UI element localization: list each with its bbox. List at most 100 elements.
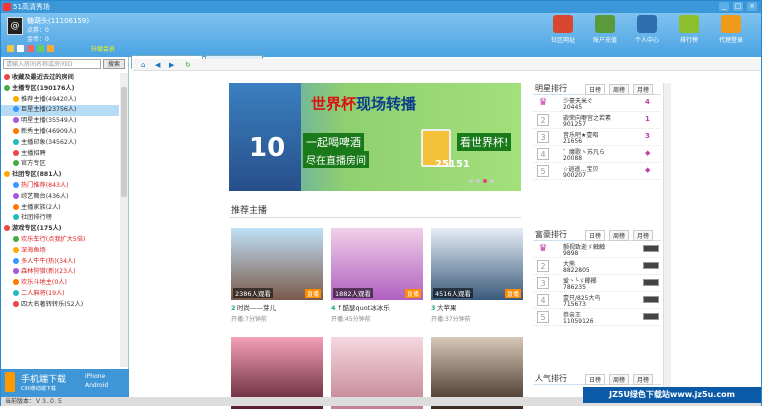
tree-item[interactable]: 社团排行榜	[1, 213, 119, 224]
tree-label: 游戏专区(175人)	[12, 225, 62, 233]
anchor-thumbnail[interactable]: 1882人观看 直播	[331, 228, 423, 300]
tab-monthly[interactable]: 月榜	[633, 84, 654, 95]
tree-item[interactable]: 欢乐斗地主(0人)	[1, 278, 119, 289]
tree-item[interactable]: 森林狩猎(新)(23人)	[1, 267, 119, 278]
tree-item[interactable]: 主播招聘	[1, 149, 119, 160]
settings-icon[interactable]	[7, 45, 14, 52]
rank-row[interactable]: 3 爱丶╰ゞ椰椰 786235	[533, 275, 661, 292]
rank-value: 715673	[563, 301, 586, 308]
anchor-thumbnail[interactable]: 4516人观看 直播	[431, 228, 523, 300]
tab-monthly[interactable]: 月榜	[633, 374, 654, 385]
anchor-name: 2时尚——芽儿	[231, 302, 323, 312]
tree-group[interactable]: 收藏及最近去过的房间	[1, 73, 119, 84]
anchor-thumbnail[interactable]: 2386人观看 直播	[231, 228, 323, 300]
player-image: 10	[229, 83, 301, 191]
tree-item[interactable]: 主播印象(34562人)	[1, 138, 119, 149]
tree-item[interactable]: 热门推荐(843人)	[1, 181, 119, 192]
rank-row[interactable]: 5 ☆逍遥…宝贝 900207 ◆	[533, 163, 661, 180]
tree-group[interactable]: 主播专区(190176人)	[1, 84, 119, 95]
nav-agent-login[interactable]: 代理登录	[715, 15, 747, 44]
search-input[interactable]: 请输入房间名称或房间ID	[3, 59, 101, 69]
rank-row[interactable]: 3 音乐吧★壹昭 21656 3	[533, 129, 661, 146]
forward-icon[interactable]: ▶	[169, 61, 177, 69]
tree-item[interactable]: 新秀主播(46909人)	[1, 127, 119, 138]
search-button[interactable]: 搜索	[103, 59, 125, 69]
tab-monthly[interactable]: 月榜	[633, 230, 654, 241]
tree-group[interactable]: 社团专区(881人)	[1, 170, 119, 181]
star-rank-title: 明星排行	[535, 84, 567, 93]
content-scrollbar[interactable]	[663, 83, 671, 393]
avatar[interactable]: @	[7, 17, 23, 35]
tab-daily[interactable]: 日榜	[585, 84, 606, 95]
home-icon[interactable]: ⌂	[141, 61, 149, 69]
star-rank: 明星排行 日榜 周榜 月榜 ♛ 少豪天米ぐ 20445 4 2 嵌荣向嘢宫之若素 90125…	[533, 81, 661, 180]
tree-item[interactable]: 明星主播(35549人)	[1, 116, 119, 127]
refresh-icon[interactable]: ↻	[185, 61, 193, 69]
rank-row[interactable]: ♛ 颤视致逝ゞ触触 9898	[533, 241, 661, 258]
tab-daily[interactable]: 日榜	[585, 374, 606, 385]
pager-dot[interactable]	[469, 179, 473, 183]
mail-icon[interactable]	[17, 45, 24, 52]
rank-row[interactable]: 5 恭亲王 11059126	[533, 309, 661, 326]
rank-row[interactable]: 4 ゛魔歌ヽ苏凡ら 20088 ◆	[533, 146, 661, 163]
anchor-card[interactable]: 2386人观看 直播 2时尚——芽儿 开播:7分钟前	[231, 228, 323, 323]
nav-personal[interactable]: 个人中心	[631, 15, 663, 44]
gift-icon[interactable]	[47, 45, 54, 52]
tree-group[interactable]: 游戏专区(175人)	[1, 224, 119, 235]
close-button[interactable]: ×	[747, 2, 757, 11]
nav-ranking[interactable]: 排行榜	[673, 15, 705, 44]
tree-item[interactable]: 综艺舞台(436人)	[1, 192, 119, 203]
pager-dot[interactable]	[476, 179, 480, 183]
rank-row[interactable]: ♛ 少豪天米ぐ 20445 4	[533, 95, 661, 112]
rank-number: ♛	[538, 97, 548, 108]
tree-label: 社团专区(881人)	[12, 171, 62, 179]
room-icon	[13, 106, 19, 113]
tree-label: 森林狩猎(新)(23人)	[21, 268, 76, 276]
rank-row[interactable]: 2 嵌荣向嘢宫之若素 901257 1	[533, 112, 661, 129]
minimize-button[interactable]: _	[719, 2, 729, 11]
anchor-card[interactable]: 4516人观看 直播 3大苹果 开播:37分钟前	[431, 228, 523, 323]
nav-community[interactable]: 社区网址	[547, 15, 579, 44]
rank-number: 5	[537, 311, 549, 323]
rank-value: 900207	[563, 172, 586, 179]
tree-item[interactable]: 推荐主播(49420人)	[1, 95, 119, 106]
rank-row[interactable]: 2 大熊 8822805	[533, 258, 661, 275]
wealth-badge-icon	[643, 313, 659, 320]
nav-recharge[interactable]: 账户充值	[589, 15, 621, 44]
anchor-card[interactable]: 1882人观看 直播 4↑酷瑟quot冰冰乐 开播:45分钟前	[331, 228, 423, 323]
tree-item[interactable]: 欢乐车行(点我扩大5倍)	[1, 235, 119, 246]
room-icon	[13, 127, 19, 134]
worldcup-banner[interactable]: 10 世界杯现场转播 一起喝啤酒 尽在直播房间 看世界杯! 25151	[229, 83, 521, 191]
room-icon	[13, 235, 19, 242]
tree-item[interactable]: 官方专区	[1, 159, 119, 170]
tab-weekly[interactable]: 周榜	[609, 374, 630, 385]
pager-dot-active[interactable]	[483, 179, 487, 183]
rank-row[interactable]: 4 壹只/825大鸟 715673	[533, 292, 661, 309]
pager-dot[interactable]	[490, 179, 494, 183]
upgrade-member-link[interactable]: 升级会员	[91, 44, 115, 53]
sidebar-scrollbar[interactable]	[120, 73, 128, 367]
sidebar: 请输入房间名称或房间ID 搜索 收藏及最近去过的房间 主播专区(190176人) 推…	[1, 57, 129, 397]
nav-label: 个人中心	[634, 37, 659, 44]
friends-icon[interactable]	[37, 45, 44, 52]
maximize-button[interactable]: □	[733, 2, 743, 11]
tree-item[interactable]: 二人麻将(19人)	[1, 289, 119, 300]
tab-weekly[interactable]: 周榜	[609, 230, 630, 241]
music-icon[interactable]	[27, 45, 34, 52]
anchor-name: 3大苹果	[431, 302, 523, 312]
rank-value: 9898	[563, 250, 579, 257]
tree-item[interactable]: 四大名著转转乐(52人)	[1, 300, 119, 311]
folder-icon	[4, 74, 10, 80]
mobile-download[interactable]: 手机端下载 C90移动端下载 iPhone Android	[1, 369, 129, 397]
people-icon	[637, 15, 657, 33]
tab-daily[interactable]: 日榜	[585, 230, 606, 241]
start-time: 开播:45分钟前	[331, 316, 371, 323]
tree-item[interactable]: 巨星主播(23756人)	[1, 105, 119, 117]
back-icon[interactable]: ◀	[155, 61, 163, 69]
tab-weekly[interactable]: 周榜	[609, 84, 630, 95]
tree-item[interactable]: 主播家族(2人)	[1, 203, 119, 214]
viewer-count: 2386人观看	[233, 288, 274, 298]
tree-item[interactable]: 多人牛牛(热)(34人)	[1, 257, 119, 268]
popular-rank: 人气排行 日榜 周榜 月榜	[533, 371, 661, 385]
tree-item[interactable]: 深海鱼场	[1, 246, 119, 257]
